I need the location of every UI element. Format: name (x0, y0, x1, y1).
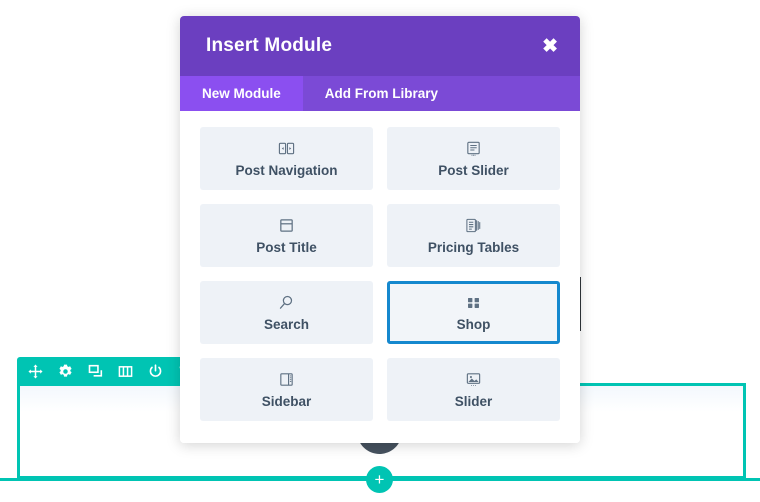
add-row-button[interactable]: + (366, 466, 393, 493)
tab-new-module[interactable]: New Module (180, 76, 303, 111)
module-tile-label: Post Title (256, 239, 317, 255)
post-slider-icon (465, 140, 482, 157)
duplicate-icon[interactable] (87, 363, 104, 380)
module-tile-sidebar[interactable]: Sidebar (200, 358, 373, 421)
gear-icon[interactable] (57, 363, 74, 380)
module-tile-search[interactable]: Search (200, 281, 373, 344)
module-tile-label: Shop (456, 316, 491, 332)
module-tile-label: Post Slider (438, 162, 509, 178)
module-tile-label: Search (263, 316, 310, 332)
module-tile-pricing-tables[interactable]: Pricing Tables (387, 204, 560, 267)
slider-icon (465, 371, 482, 388)
module-tile-label: Pricing Tables (427, 239, 520, 255)
page-title: Insert Module (206, 35, 333, 56)
module-tile-post-title[interactable]: Post Title (200, 204, 373, 267)
post-navigation-icon (278, 140, 295, 157)
power-icon[interactable] (147, 363, 164, 380)
row-toolbar (17, 357, 204, 386)
module-tile-slider[interactable]: Slider (387, 358, 560, 421)
search-icon (278, 294, 295, 311)
insert-module-modal: Insert Module ✖ New Module Add From Libr… (180, 16, 580, 443)
modal-body: Post Navigation Post Slider Post Title P… (180, 111, 580, 443)
module-tile-post-slider[interactable]: Post Slider (387, 127, 560, 190)
close-icon[interactable]: ✖ (542, 37, 558, 56)
pricing-tables-icon (465, 217, 482, 234)
module-tile-label: Post Navigation (235, 162, 338, 178)
columns-icon[interactable] (117, 363, 134, 380)
module-grid: Post Navigation Post Slider Post Title P… (200, 127, 560, 421)
post-title-icon (278, 217, 295, 234)
sidebar-icon (278, 371, 295, 388)
module-tile-shop[interactable]: Shop (387, 281, 560, 344)
modal-tabs: New Module Add From Library (180, 76, 580, 111)
module-tile-label: Sidebar (261, 393, 312, 409)
module-tile-label: Slider (454, 393, 493, 409)
modal-header: Insert Module ✖ (180, 16, 580, 76)
shop-icon (465, 294, 482, 311)
tab-add-from-library[interactable]: Add From Library (303, 76, 460, 111)
move-icon[interactable] (27, 363, 44, 380)
module-tile-post-navigation[interactable]: Post Navigation (200, 127, 373, 190)
